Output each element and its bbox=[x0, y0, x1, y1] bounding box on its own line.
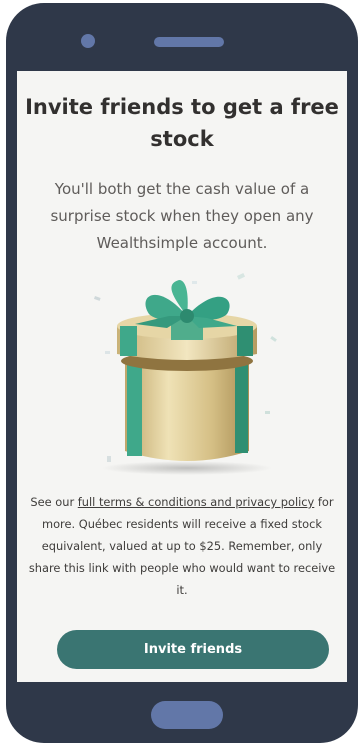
gift-box-illustration bbox=[93, 273, 277, 475]
speaker bbox=[154, 37, 224, 47]
disclaimer-suffix: for more. Québec residents will receive … bbox=[28, 495, 336, 597]
phone-frame: Invite friends to get a free stock You'l… bbox=[6, 3, 358, 743]
terms-privacy-link[interactable]: full terms & conditions and privacy poli… bbox=[78, 495, 315, 509]
home-button[interactable] bbox=[151, 701, 223, 729]
terms-disclaimer: See our full terms & conditions and priv… bbox=[25, 491, 339, 601]
invite-friends-button[interactable]: Invite friends bbox=[57, 630, 329, 669]
camera bbox=[81, 34, 95, 48]
page-title: Invite friends to get a free stock bbox=[25, 95, 339, 151]
subtitle: You'll both get the cash value of a surp… bbox=[50, 180, 314, 252]
disclaimer-prefix: See our bbox=[30, 495, 78, 509]
app-screen: Invite friends to get a free stock You'l… bbox=[17, 71, 347, 682]
